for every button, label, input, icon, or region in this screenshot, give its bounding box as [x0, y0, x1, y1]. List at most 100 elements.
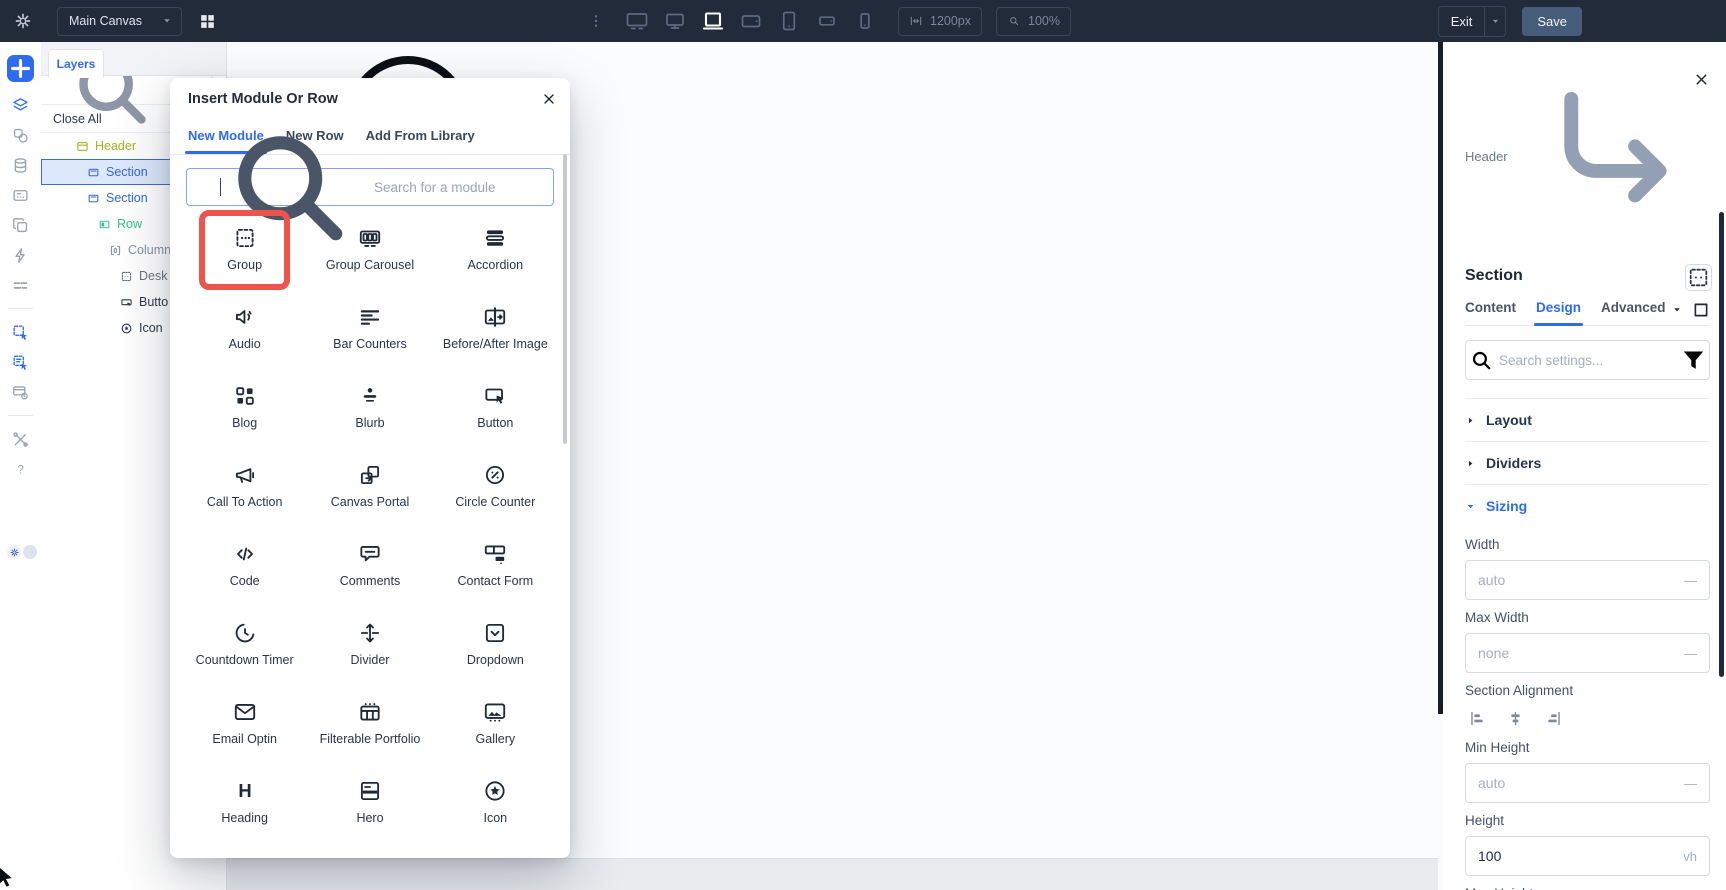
device-phone_l[interactable] [812, 9, 842, 33]
rail-select-button[interactable] [0, 317, 41, 347]
filter-funnel-icon[interactable] [1678, 345, 1709, 376]
rail-copy-button[interactable] [0, 210, 41, 240]
module-canvas-portal[interactable]: Canvas Portal [307, 451, 432, 530]
module-label: Group Carousel [325, 258, 415, 272]
rail-shapes-button[interactable] [0, 120, 41, 150]
m_divider-icon [360, 623, 380, 643]
caret_d-icon [1674, 308, 1680, 312]
device-phone[interactable] [850, 9, 880, 33]
module-contact-form[interactable]: Contact Form [433, 530, 558, 609]
module-group-carousel[interactable]: Group Carousel [307, 214, 432, 293]
section-toggle-dividers[interactable]: Dividers [1465, 442, 1710, 484]
builder-settings-gear-icon[interactable] [13, 11, 33, 31]
section-toggle-layout[interactable]: Layout [1465, 399, 1710, 441]
add-new-button[interactable] [7, 55, 34, 82]
module-label: Blog [232, 416, 258, 430]
grid-view-icon[interactable] [198, 12, 217, 31]
module-gallery[interactable]: Gallery [433, 688, 558, 767]
settings-tab-content[interactable]: Content [1465, 300, 1516, 325]
rail-module_gear-button[interactable] [0, 377, 41, 407]
align-left-button[interactable] [1465, 706, 1489, 730]
field-width-input[interactable] [1466, 572, 1709, 589]
rail-card-button[interactable] [0, 180, 41, 210]
modal-scrollbar[interactable] [563, 154, 567, 444]
rail-bolt-button[interactable] [0, 240, 41, 270]
save-button[interactable]: Save [1522, 6, 1582, 36]
builder-mode-toggle[interactable] [7, 545, 37, 559]
group-elements-button[interactable] [1685, 264, 1712, 292]
module-search-input[interactable] [186, 135, 554, 240]
field-max-width-input[interactable] [1466, 645, 1709, 662]
module-label: Gallery [475, 732, 516, 746]
field-min-height-input[interactable] [1466, 775, 1709, 792]
section-toggle-sizing[interactable]: Sizing [1465, 485, 1710, 527]
left-icon-rail: ? [0, 42, 42, 890]
canvas-width-field[interactable]: 1200px [898, 6, 983, 36]
rail-tools-button[interactable] [0, 424, 41, 454]
align-right-button[interactable] [1541, 706, 1565, 730]
modal-tab-add-from-library[interactable]: Add From Library [366, 120, 475, 154]
layers-icon [13, 97, 28, 110]
device-tablet_l[interactable] [736, 9, 766, 33]
settings-tab-design[interactable]: Design [1533, 300, 1584, 327]
device-desktop[interactable] [660, 9, 690, 33]
module-filterable-portfolio[interactable]: Filterable Portfolio [307, 688, 432, 767]
settings-tab-advanced[interactable]: Advanced [1601, 300, 1666, 325]
section-body: Width — Max Width — Section Alignment Min Hei… [1465, 537, 1710, 890]
m_audio-icon [235, 310, 252, 324]
module-search-field[interactable] [372, 178, 553, 196]
module-icon[interactable]: Icon [433, 767, 558, 846]
tabs-extra-controls [1671, 301, 1710, 319]
canvas-selector-dropdown[interactable]: Main Canvas [57, 6, 182, 36]
module-countdown-timer[interactable]: Countdown Timer [182, 609, 307, 688]
close-icon[interactable] [541, 91, 557, 107]
device-tablet[interactable] [774, 9, 804, 33]
insert-module-modal: Insert Module Or Row New Module New Row Ad… [170, 78, 570, 858]
settings-scrollbar[interactable] [1719, 212, 1724, 677]
device-laptop-active[interactable] [698, 9, 728, 33]
rail-select2-button[interactable] [0, 347, 41, 377]
rail-layers-button[interactable] [0, 90, 41, 120]
field-label-width: Width [1465, 537, 1500, 553]
square_o-icon [1694, 303, 1708, 317]
module-accordion[interactable]: Accordion [433, 214, 558, 293]
module-heading[interactable]: H Heading [182, 767, 307, 846]
module-email-optin[interactable]: Email Optin [182, 688, 307, 767]
shapes-icon [13, 128, 28, 143]
module-comments[interactable]: Comments [307, 530, 432, 609]
svg-text:H: H [238, 780, 251, 801]
rail-database-button[interactable] [0, 150, 41, 180]
module-call-to-action[interactable]: Call To Action [182, 451, 307, 530]
exit-caret-button[interactable] [1485, 16, 1505, 27]
field-height-input[interactable] [1466, 848, 1709, 865]
module-bar-counters[interactable]: Bar Counters [307, 293, 432, 372]
module-dropdown[interactable]: Dropdown [433, 609, 558, 688]
module-blog[interactable]: Blog [182, 372, 307, 451]
preview-square-icon[interactable] [1692, 301, 1710, 319]
module-circle-counter[interactable]: Circle Counter [433, 451, 558, 530]
canvas-zoom-field[interactable]: 100% [996, 6, 1071, 36]
rail-rows-button[interactable] [0, 270, 41, 300]
device-desktop_xl[interactable] [622, 9, 652, 33]
module-label: Email Optin [212, 732, 277, 746]
module-audio[interactable]: Audio [182, 293, 307, 372]
exit-button[interactable]: Exit [1437, 5, 1507, 37]
module-hero[interactable]: Hero [307, 767, 432, 846]
exit-button-label: Exit [1450, 13, 1473, 29]
module-code[interactable]: Code [182, 530, 307, 609]
module-button[interactable]: Button [433, 372, 558, 451]
align-center-button[interactable] [1503, 706, 1527, 730]
module-before-after-image[interactable]: Before/After Image [433, 293, 558, 372]
module-blurb[interactable]: Blurb [307, 372, 432, 451]
breadcrumb[interactable]: Header [1465, 58, 1710, 254]
module-group[interactable]: Group [182, 210, 307, 293]
close-icon[interactable] [1693, 71, 1710, 88]
rail-help-button[interactable]: ? [0, 454, 41, 484]
settings-search-field[interactable] [1497, 351, 1678, 369]
settings-search-input[interactable] [1465, 340, 1710, 381]
kebab-menu-icon[interactable] [588, 13, 604, 29]
chevron-down-icon[interactable] [1671, 304, 1683, 316]
close_x-icon [1696, 74, 1707, 85]
module-divider[interactable]: Divider [307, 609, 432, 688]
tab-layers[interactable]: Layers [48, 49, 104, 78]
